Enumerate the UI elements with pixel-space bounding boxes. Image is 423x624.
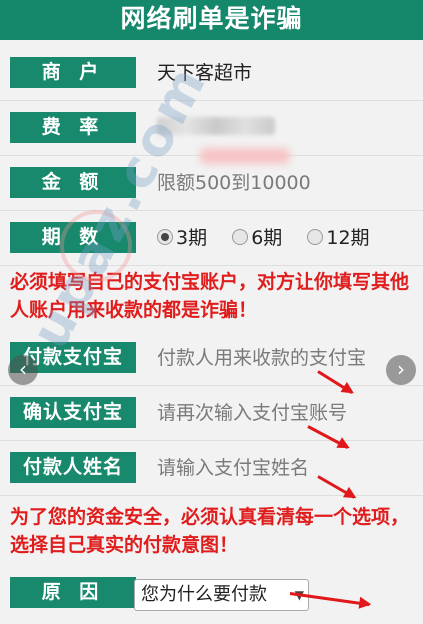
- warning-fund-safety: 为了您的资金安全，必须认真看清每一个选项，选择自己真实的付款意图！: [10, 506, 410, 556]
- page-title: 网络刷单是诈骗: [0, 0, 423, 40]
- period-label: 期 数: [10, 222, 136, 253]
- amount-label: 金 额: [10, 167, 136, 198]
- confirm-alipay-input[interactable]: 请再次输入支付宝账号: [157, 400, 347, 427]
- payer-alipay-row: 付款支付宝 付款人用来收款的支付宝: [0, 331, 423, 386]
- period-option-3-label: 3期: [176, 227, 208, 249]
- radio-unchecked-icon: [307, 229, 324, 245]
- payer-name-input[interactable]: 请输入支付宝姓名: [157, 455, 309, 482]
- amount-value: 限额500到10000: [157, 172, 311, 194]
- reason-select[interactable]: 您为什么要付款 ▼: [134, 579, 309, 611]
- amount-row: 金 额 限额500到10000: [0, 156, 423, 211]
- radio-checked-icon: [157, 229, 173, 245]
- warning-alipay-account: 必须填写自己的支付宝账户，对方让你填写其他人账户用来收款的都是诈骗！: [10, 271, 410, 321]
- period-option-3[interactable]: 3期: [157, 225, 207, 252]
- reason-selected-value: 您为什么要付款: [141, 584, 267, 605]
- period-option-12[interactable]: 12期: [307, 225, 370, 252]
- period-row: 期 数 3期 6期 12期: [0, 211, 423, 266]
- reason-label: 原 因: [10, 577, 136, 608]
- merchant-row: 商 户 天下客超市: [0, 46, 423, 101]
- period-option-6[interactable]: 6期: [232, 225, 282, 252]
- payer-name-label: 付款人姓名: [10, 452, 136, 483]
- period-radio-group: 3期 6期 12期: [157, 225, 390, 252]
- merchant-value: 天下客超市: [157, 62, 253, 84]
- confirm-alipay-label: 确认支付宝: [10, 397, 136, 428]
- radio-unchecked-icon: [232, 229, 249, 245]
- confirm-alipay-row: 确认支付宝 请再次输入支付宝账号: [0, 386, 423, 441]
- period-option-6-label: 6期: [251, 227, 283, 249]
- payer-name-row: 付款人姓名 请输入支付宝姓名: [0, 441, 423, 496]
- rate-label: 费 率: [10, 112, 136, 143]
- next-arrow-icon[interactable]: ›: [386, 355, 416, 385]
- payer-alipay-input[interactable]: 付款人用来收款的支付宝: [157, 345, 366, 372]
- period-option-12-label: 12期: [326, 227, 370, 249]
- rate-value-blurred: [157, 117, 275, 135]
- previous-arrow-icon[interactable]: ‹: [8, 355, 38, 385]
- merchant-label: 商 户: [10, 57, 136, 88]
